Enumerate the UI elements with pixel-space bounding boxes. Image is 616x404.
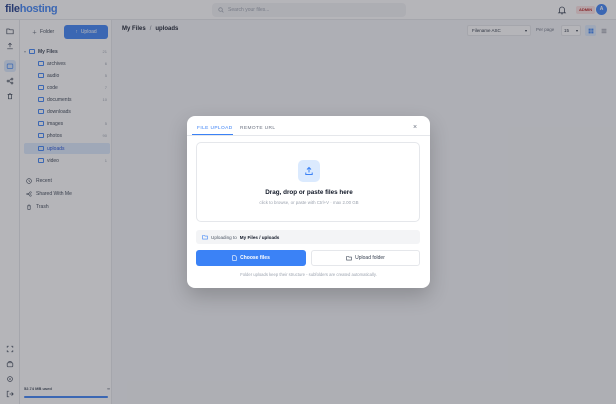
drop-zone-subtitle: click to browse, or paste with Ctrl+V · … xyxy=(259,200,359,205)
close-icon[interactable]: × xyxy=(411,124,419,132)
tab-active-indicator xyxy=(192,134,233,136)
upload-cloud-icon xyxy=(298,160,320,182)
upload-target-bar: Uploading to My Files / uploads xyxy=(196,230,420,244)
upload-folder-button[interactable]: Upload folder xyxy=(311,250,420,266)
choose-files-button[interactable]: Choose files xyxy=(196,250,306,266)
folder-upload-hint: Folder uploads keep their structure - su… xyxy=(240,272,377,277)
drop-zone[interactable]: Drag, drop or paste files here click to … xyxy=(196,142,420,222)
folder-icon xyxy=(346,256,352,261)
folder-icon xyxy=(202,235,208,240)
upload-modal: FILE UPLOAD REMOTE URL × Drag, drop or p… xyxy=(187,116,430,288)
tab-file-upload[interactable]: FILE UPLOAD xyxy=(197,126,233,131)
tab-remote-url[interactable]: REMOTE URL xyxy=(240,126,275,131)
file-icon xyxy=(232,255,237,261)
drop-zone-title: Drag, drop or paste files here xyxy=(265,189,353,196)
